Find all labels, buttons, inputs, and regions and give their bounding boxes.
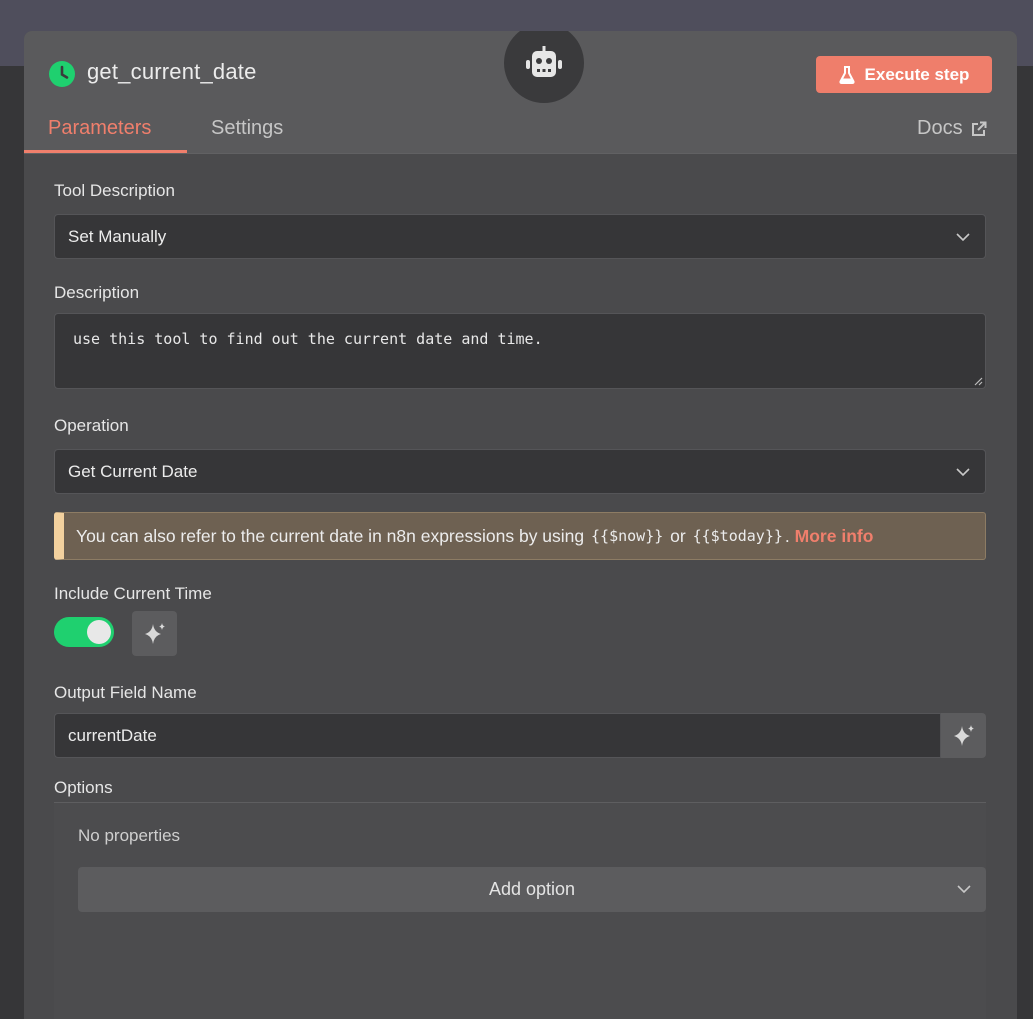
notice-code-today: {{$today}} — [691, 527, 785, 545]
flask-icon — [839, 66, 855, 84]
active-tab-indicator — [24, 150, 187, 153]
execute-step-label: Execute step — [865, 65, 970, 85]
output-field-input[interactable]: currentDate — [54, 713, 941, 758]
chevron-down-icon — [955, 229, 971, 245]
node-details-panel: get_current_date Execute step Parameters… — [24, 31, 1017, 1019]
add-option-label: Add option — [489, 879, 575, 900]
description-textarea[interactable]: use this tool to find out the current da… — [54, 313, 986, 389]
output-field-value: currentDate — [68, 726, 157, 746]
sparkle-icon — [951, 723, 977, 749]
chevron-down-icon — [955, 464, 971, 480]
clock-icon — [48, 60, 76, 88]
node-title[interactable]: get_current_date — [87, 59, 257, 85]
operation-select[interactable]: Get Current Date — [54, 449, 986, 494]
tab-parameters[interactable]: Parameters — [48, 117, 151, 140]
robot-icon — [524, 46, 564, 80]
tool-description-value: Set Manually — [68, 227, 166, 247]
execute-step-button[interactable]: Execute step — [816, 56, 992, 93]
more-info-link[interactable]: More info — [795, 526, 874, 547]
info-notice: You can also refer to the current date i… — [54, 512, 986, 560]
external-link-icon — [971, 121, 987, 137]
options-label: Options — [54, 778, 113, 798]
tool-description-label: Tool Description — [54, 181, 175, 201]
resize-grip-icon[interactable] — [973, 376, 983, 386]
operation-value: Get Current Date — [68, 462, 197, 482]
chevron-down-icon — [956, 881, 972, 897]
notice-text: You can also refer to the current date i… — [76, 526, 584, 547]
docs-label: Docs — [917, 117, 963, 140]
toggle-knob — [87, 620, 111, 644]
tool-description-select[interactable]: Set Manually — [54, 214, 986, 259]
no-properties-text: No properties — [78, 826, 180, 846]
description-value: use this tool to find out the current da… — [73, 330, 543, 348]
ai-suggest-button[interactable] — [132, 611, 177, 656]
description-label: Description — [54, 283, 139, 303]
canvas-left-shade — [0, 66, 24, 1019]
include-time-label: Include Current Time — [54, 584, 212, 604]
add-option-button[interactable]: Add option — [78, 867, 986, 912]
tab-settings[interactable]: Settings — [211, 117, 283, 140]
docs-link[interactable]: Docs — [917, 117, 987, 140]
sparkle-icon — [142, 621, 168, 647]
notice-text-or: or — [670, 526, 686, 547]
operation-label: Operation — [54, 416, 129, 436]
output-field-ai-button[interactable] — [941, 713, 986, 758]
output-field-label: Output Field Name — [54, 683, 197, 703]
canvas-right-shade — [1017, 66, 1033, 1019]
include-time-toggle[interactable] — [54, 617, 114, 647]
notice-period: . — [785, 526, 790, 547]
notice-code-now: {{$now}} — [589, 527, 665, 545]
